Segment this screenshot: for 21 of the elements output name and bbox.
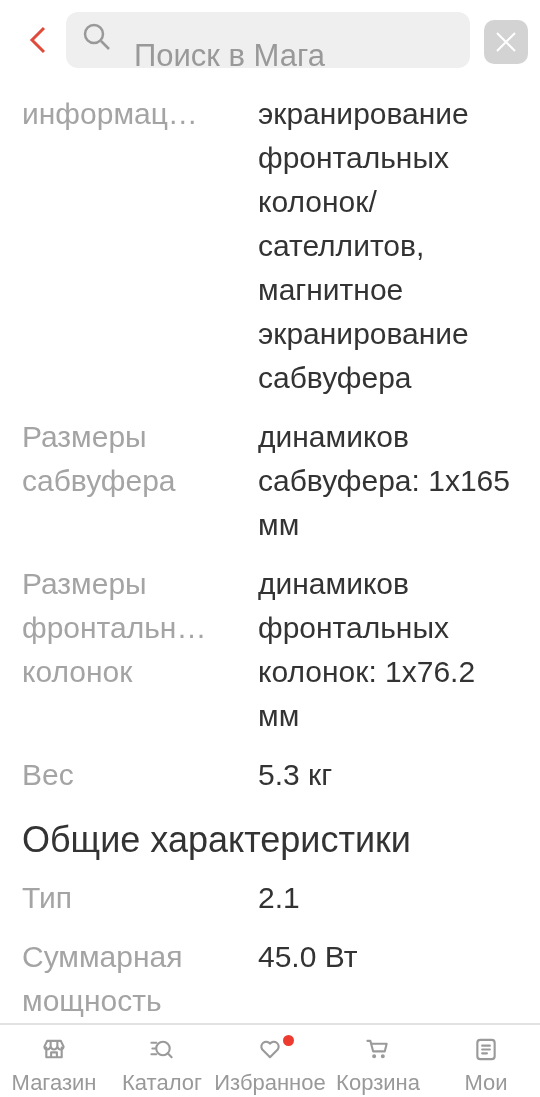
spec-value: экранирование фронтальных колонок/ сателлитов, магнитное экранирование сабвуфера <box>258 96 470 396</box>
section-heading: Общие характеристики <box>22 818 412 862</box>
spec-value: динамиков сабвуфера: 1x165 мм <box>258 419 511 543</box>
close-icon <box>494 30 518 54</box>
nav-tab[interactable]: Мои <box>432 1025 540 1097</box>
spec-label: Суммарная мощность <box>22 939 184 1019</box>
spec-value: 2.1 <box>258 880 301 916</box>
spec-value: 45.0 Вт <box>258 939 359 975</box>
spec-value: 5.3 кг <box>258 757 334 793</box>
spec-value: динамиков фронтальных колонок: 1x76.2 мм <box>258 566 477 734</box>
spec-label: Размеры фронтальн… колонок <box>22 566 208 690</box>
nav-tab[interactable]: Избранное <box>216 1025 324 1097</box>
nav-tab[interactable]: Каталог <box>108 1025 216 1097</box>
search-field[interactable]: Поиск в Мага <box>66 12 470 68</box>
nav-tab[interactable]: Магазин <box>0 1025 108 1097</box>
spec-label: Размеры сабвуфера <box>22 419 177 499</box>
spec-label: Тип <box>22 880 73 916</box>
search-icon <box>82 22 112 52</box>
spec-label: информац… <box>22 96 199 132</box>
nav-tab[interactable]: Корзина <box>324 1025 432 1097</box>
spec-label: Вес <box>22 757 75 793</box>
